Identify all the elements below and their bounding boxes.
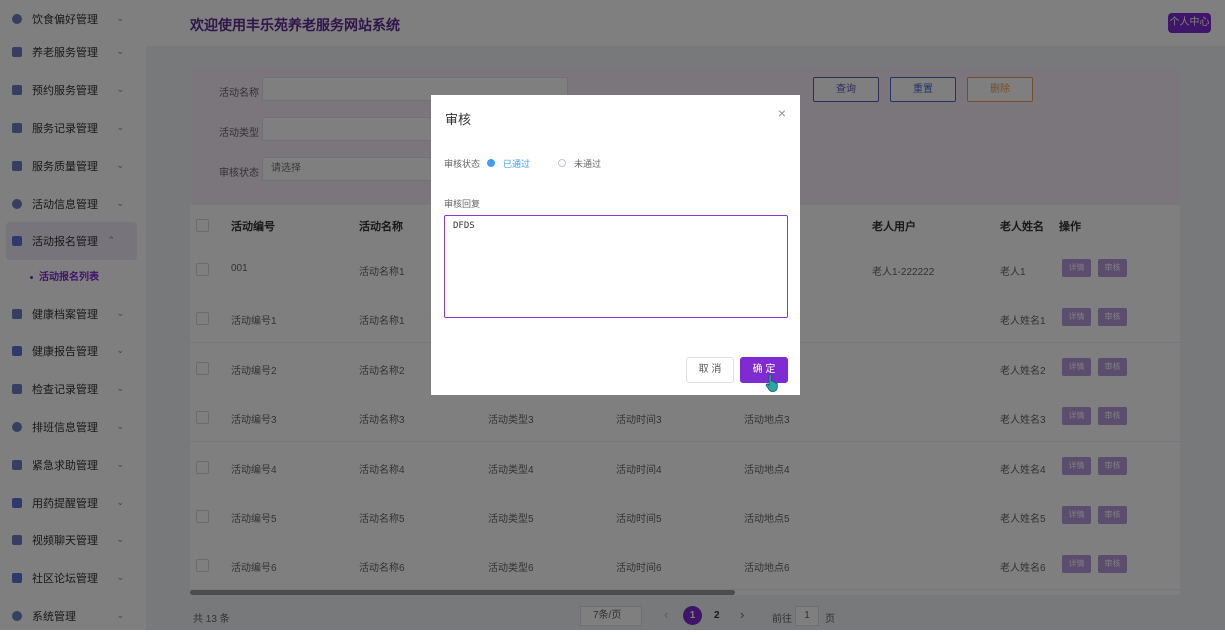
reply-label: 审核回复 — [444, 199, 481, 209]
dialog-title: 审核 — [445, 112, 472, 127]
cancel-button[interactable]: 取 消 — [686, 357, 734, 383]
radio-pass-label: 已通过 — [503, 159, 531, 169]
radio-fail-icon — [558, 159, 566, 167]
audit-dialog: 审核 × 审核状态 已通过 未通过 审核回复 DFDS 取 消 确 定 — [431, 95, 800, 395]
hand-cursor-icon — [765, 374, 778, 392]
radio-pass-icon — [487, 159, 495, 167]
confirm-button[interactable]: 确 定 — [740, 357, 788, 383]
radio-fail-label: 未通过 — [574, 159, 602, 169]
reply-textarea[interactable]: DFDS — [444, 215, 788, 318]
close-icon[interactable]: × — [778, 105, 786, 121]
audit-status-field-label: 审核状态 — [444, 159, 481, 169]
